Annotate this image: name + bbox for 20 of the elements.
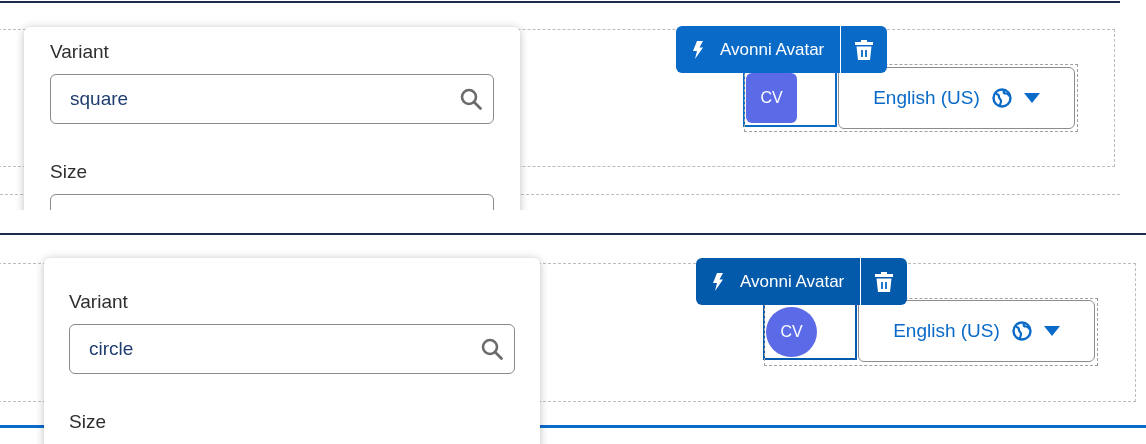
- search-icon: [480, 337, 504, 361]
- variant-field[interactable]: circle: [69, 324, 515, 374]
- caret-icon: [1023, 93, 1040, 103]
- globe-icon: [991, 88, 1012, 108]
- variant-field[interactable]: square: [50, 74, 494, 124]
- avatar: CV: [766, 307, 817, 357]
- lightning-icon: [712, 272, 724, 291]
- trash-icon: [875, 271, 894, 292]
- field-label: Variant: [69, 290, 129, 314]
- field-label: Variant: [50, 40, 110, 64]
- language-button[interactable]: English (US): [838, 67, 1075, 129]
- globe-icon: [1011, 321, 1032, 341]
- language-button[interactable]: English (US): [858, 300, 1095, 362]
- trash-icon: [855, 39, 874, 60]
- lightning-icon: [692, 40, 704, 59]
- caret-icon: [1043, 326, 1060, 336]
- avatar: CV: [746, 73, 797, 123]
- field-label: Size: [50, 160, 88, 184]
- field-label: Size: [69, 410, 107, 434]
- search-icon: [459, 87, 483, 111]
